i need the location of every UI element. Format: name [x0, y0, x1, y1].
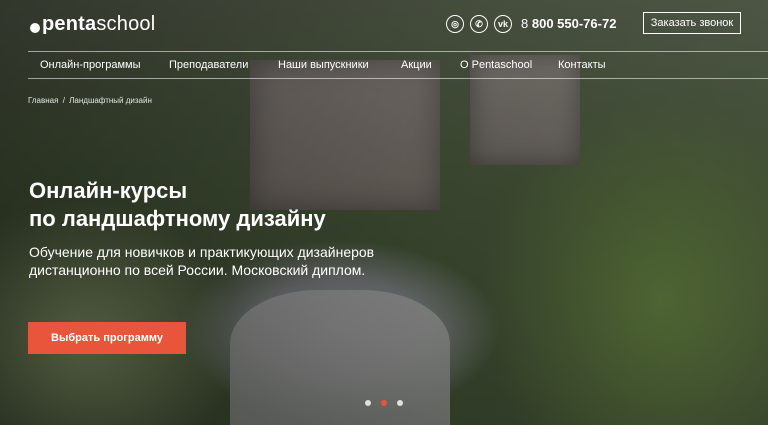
main-nav: Онлайн-программы Преподаватели Наши выпу…	[28, 51, 768, 79]
hero-title-line2: по ландшафтному дизайну	[29, 206, 326, 231]
logo-text-light: school	[96, 13, 156, 35]
phone-link[interactable]: 8 800 550-76-72	[521, 16, 616, 31]
choose-program-button[interactable]: Выбрать программу	[28, 322, 186, 354]
slider-dot[interactable]	[365, 400, 371, 406]
phone-number: 800 550-76-72	[531, 16, 617, 31]
logo-text-bold: penta	[42, 13, 97, 35]
pentaschool-logo[interactable]: penta school	[30, 13, 155, 36]
hero-title-line1: Онлайн-курсы	[29, 178, 188, 203]
slider-dot[interactable]	[381, 400, 387, 406]
nav-item-promotions[interactable]: Акции	[401, 59, 432, 71]
slider-dots	[365, 400, 403, 406]
breadcrumb-current: Ландшафтный дизайн	[69, 96, 152, 105]
phone-prefix: 8	[521, 16, 529, 31]
slider-dot[interactable]	[397, 400, 403, 406]
whatsapp-icon[interactable]: ✆	[470, 15, 488, 33]
hero-title: Онлайн-курсы по ландшафтному дизайну	[29, 177, 429, 233]
top-bar: penta school ◎ ✆ vk 8 800 550-76-72 Заказ…	[0, 0, 768, 50]
request-call-button[interactable]: Заказать звонок	[643, 12, 741, 34]
hero-subtitle: Обучение для новичков и практикующих диз…	[29, 243, 409, 279]
hero-subtitle-line2: дистанционно по всей России. Московский …	[29, 262, 366, 278]
social-links: ◎ ✆ vk	[446, 15, 512, 33]
nav-item-programs[interactable]: Онлайн-программы	[40, 59, 141, 71]
nav-item-teachers[interactable]: Преподаватели	[169, 59, 248, 71]
nav-item-contacts[interactable]: Контакты	[558, 59, 606, 71]
nav-item-about[interactable]: О Pentaschool	[460, 59, 532, 71]
breadcrumb-separator: /	[62, 96, 65, 105]
breadcrumb: Главная / Ландшафтный дизайн	[28, 96, 152, 105]
logo-dot-icon	[30, 22, 40, 33]
nav-item-graduates[interactable]: Наши выпускники	[278, 59, 369, 71]
hero-subtitle-line1: Обучение для новичков и практикующих диз…	[29, 244, 375, 260]
vk-icon[interactable]: vk	[494, 15, 512, 33]
instagram-icon[interactable]: ◎	[446, 15, 464, 33]
breadcrumb-home[interactable]: Главная	[28, 96, 58, 105]
